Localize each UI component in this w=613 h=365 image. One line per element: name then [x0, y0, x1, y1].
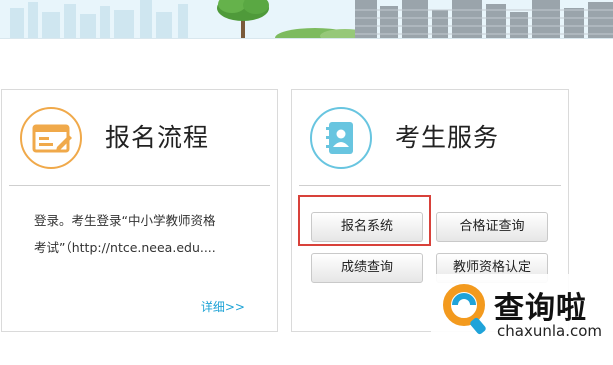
registration-form-icon — [20, 107, 82, 169]
registration-process-card: 报名流程 登录。考生登录“中小学教师资格 考试”（http://ntce.nee… — [1, 89, 278, 332]
header-banner — [0, 0, 613, 39]
address-book-icon — [310, 107, 372, 169]
certificate-query-button[interactable]: 合格证查询 — [436, 212, 548, 242]
card-divider — [299, 185, 561, 186]
card-divider — [9, 185, 270, 186]
city-skyline-illustration — [0, 0, 613, 38]
highlight-box — [298, 195, 431, 246]
score-query-button[interactable]: 成绩查询 — [311, 253, 423, 283]
card-title-registration-process: 报名流程 — [105, 123, 210, 152]
magnifier-logo-icon — [440, 282, 492, 342]
details-link[interactable]: 详细>> — [201, 298, 245, 315]
watermark-brand: 查询啦 — [494, 291, 587, 326]
registration-description: 登录。考生登录“中小学教师资格 考试”（http://ntce.neea.edu… — [34, 207, 260, 261]
description-line-2: 考试”（http://ntce.neea.edu.... — [34, 240, 216, 255]
description-line-1: 登录。考生登录“中小学教师资格 — [34, 213, 216, 228]
watermark-url: chaxunla.com — [497, 322, 602, 340]
card-title-candidate-services: 考生服务 — [395, 123, 500, 152]
